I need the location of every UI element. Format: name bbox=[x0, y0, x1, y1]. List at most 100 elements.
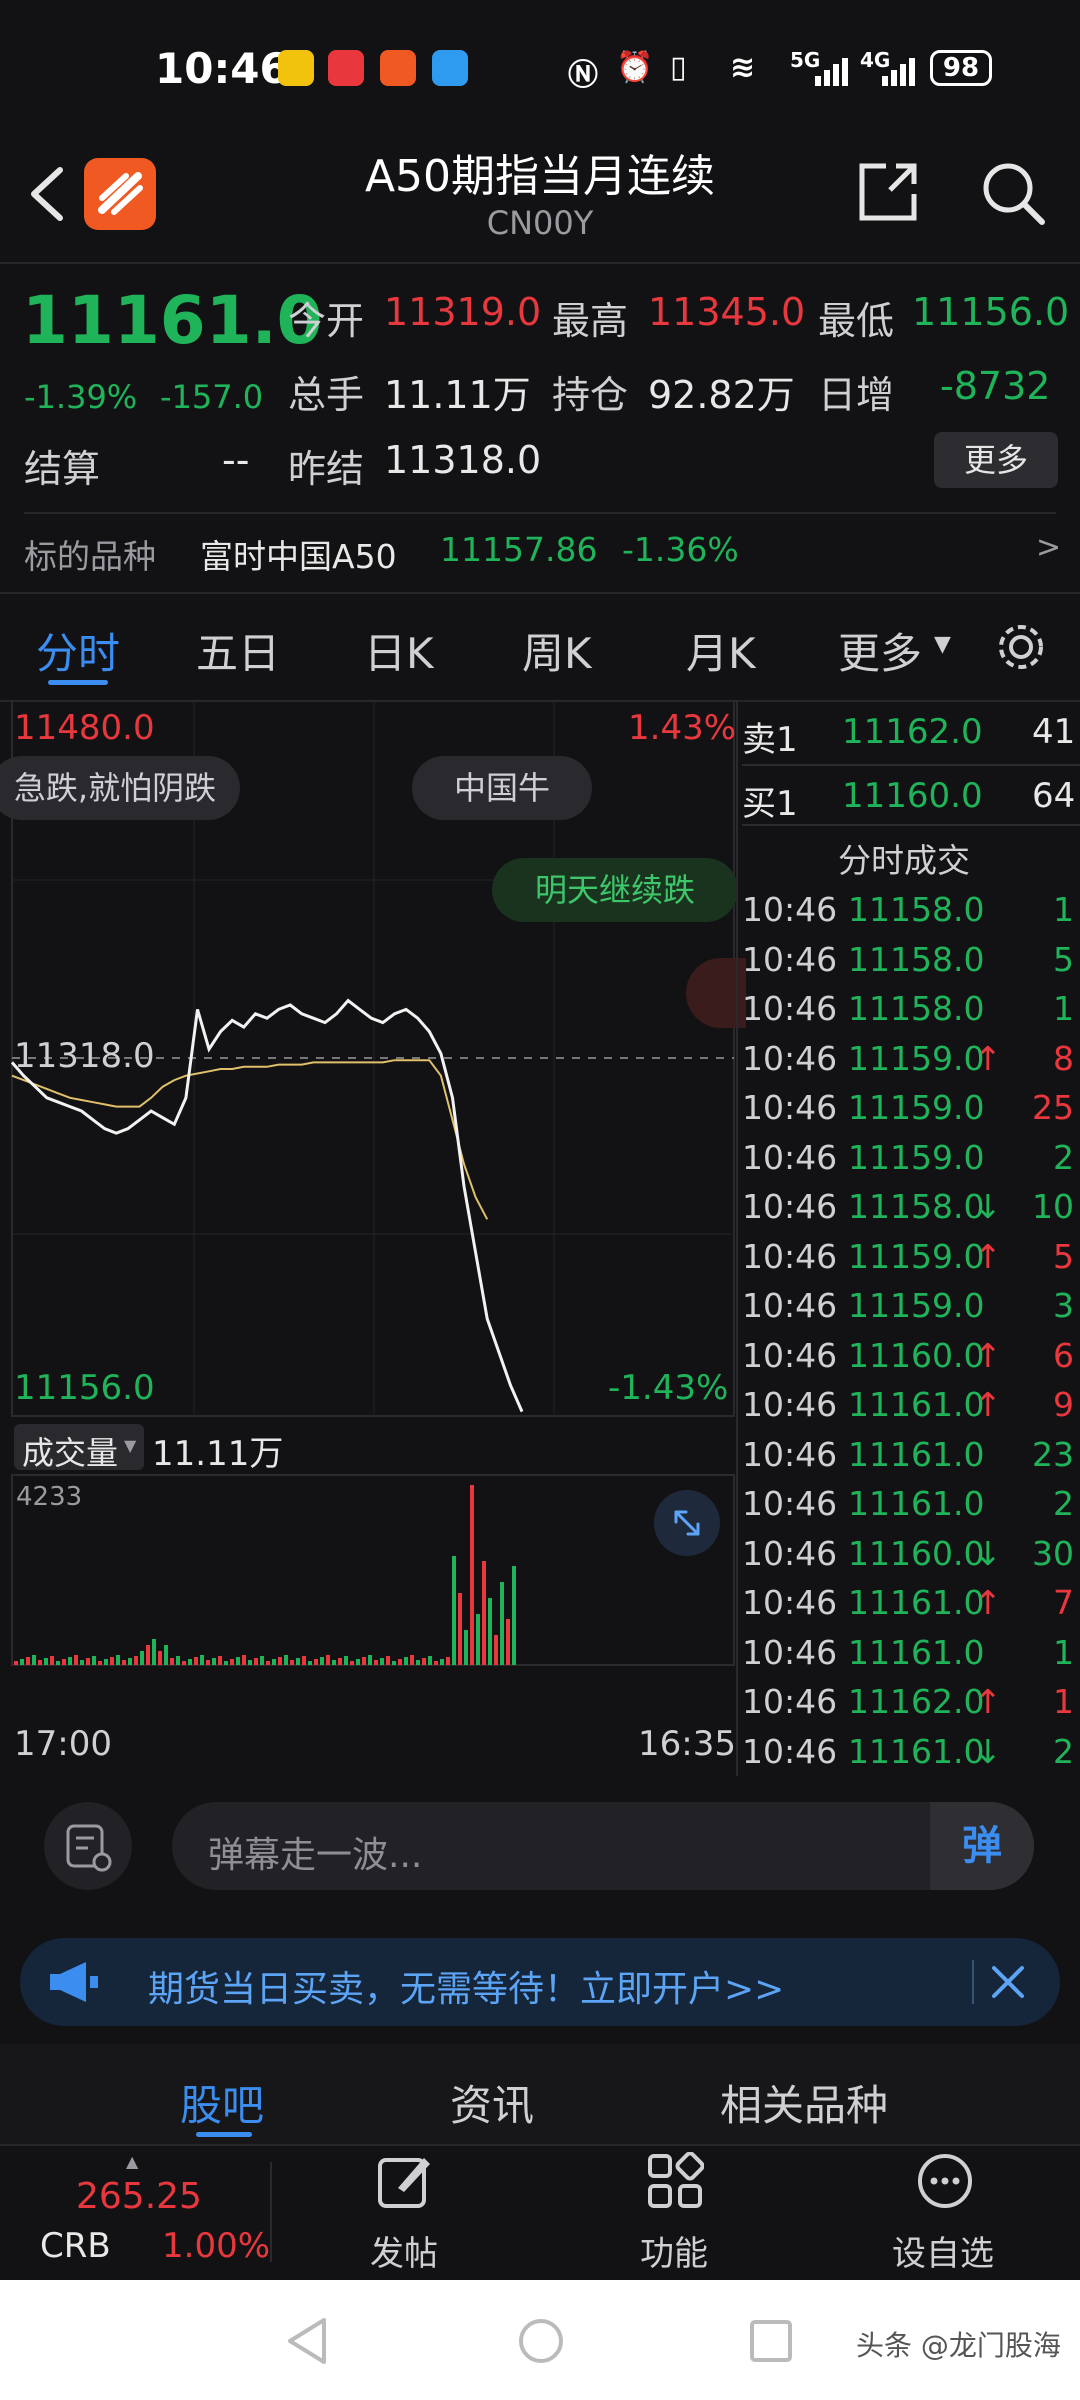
search-icon[interactable] bbox=[978, 158, 1048, 228]
open-value: 11319.0 bbox=[384, 290, 542, 334]
volume-selector[interactable]: 成交量 ▼ bbox=[14, 1424, 144, 1472]
volume-bar bbox=[122, 1660, 126, 1665]
tick-time: 10:46 bbox=[742, 1187, 838, 1226]
tick-qty: 30 bbox=[1032, 1533, 1074, 1573]
volume-bar bbox=[26, 1657, 30, 1665]
expand-button[interactable] bbox=[654, 1490, 720, 1556]
nav-home-icon[interactable] bbox=[516, 2316, 566, 2366]
volume-bar bbox=[500, 1582, 504, 1665]
prev-settle-label: 昨结 bbox=[288, 447, 365, 491]
tick-price: 11160.0 bbox=[848, 1335, 985, 1375]
volume-bar bbox=[128, 1658, 132, 1665]
underlying-row[interactable]: 标的品种 富时中国A50 11157.86 -1.36% > bbox=[0, 520, 1080, 590]
volume-bar bbox=[344, 1656, 348, 1665]
volume-bar bbox=[218, 1656, 222, 1665]
tick-price: 11161.0 bbox=[848, 1632, 985, 1672]
high-value: 11345.0 bbox=[648, 290, 806, 334]
tick-qty: 10 bbox=[1032, 1187, 1074, 1226]
status-bar: 10:46 Ⓝ ⏰ ▯ ≋ 5G 4G 98 bbox=[0, 0, 1080, 140]
volume-total: 11.11万 bbox=[152, 1434, 284, 1474]
volume-bar bbox=[296, 1658, 300, 1665]
tab-daily-k[interactable]: 日K bbox=[364, 620, 434, 681]
banner-text[interactable]: 期货当日买卖，无需等待！立即开户>> bbox=[148, 1960, 784, 2012]
tick-row: 10:46 11160.0 ↓ 30 bbox=[742, 1534, 1078, 1583]
nfc-icon: Ⓝ bbox=[568, 58, 598, 93]
post-icon[interactable] bbox=[376, 2152, 434, 2210]
volume-bar bbox=[428, 1656, 432, 1665]
danmaku-settings-button[interactable] bbox=[44, 1802, 132, 1890]
share-icon[interactable] bbox=[856, 160, 920, 224]
tab-forum[interactable]: 股吧 bbox=[180, 2072, 264, 2133]
volume-bar bbox=[470, 1485, 474, 1665]
tab-intraday[interactable]: 分时 bbox=[36, 620, 120, 681]
tick-qty: 7 bbox=[1053, 1583, 1074, 1622]
tab-news[interactable]: 资讯 bbox=[450, 2072, 534, 2133]
function-label[interactable]: 功能 bbox=[640, 2226, 708, 2275]
volume-bar bbox=[236, 1657, 240, 1665]
book-divider bbox=[742, 764, 1080, 766]
nav-back-icon[interactable] bbox=[286, 2316, 328, 2366]
grid-function-icon[interactable] bbox=[646, 2152, 704, 2210]
high-label: 最高 bbox=[552, 299, 629, 343]
tab-weekly-k[interactable]: 周K bbox=[522, 620, 592, 681]
volume-max-label: 4233 bbox=[16, 1482, 83, 1512]
danmaku-placeholder: 弹幕走一波... bbox=[208, 1835, 423, 1876]
volume-bar bbox=[416, 1660, 420, 1665]
volume-bar bbox=[476, 1614, 480, 1665]
close-icon[interactable] bbox=[990, 1964, 1026, 2000]
crb-index-widget[interactable]: ▲ 265.25 CRB 1.00% bbox=[0, 2146, 270, 2280]
tick-price: 11158.0 bbox=[848, 890, 985, 929]
tick-row: 10:46 11158.0 ↓ 10 bbox=[742, 1187, 1078, 1236]
volume-bar bbox=[14, 1661, 18, 1665]
gear-icon[interactable] bbox=[994, 620, 1048, 674]
bid-qty: 64 bbox=[1032, 776, 1076, 816]
tick-time: 10:46 bbox=[742, 1335, 838, 1375]
volume-bar bbox=[326, 1655, 330, 1665]
volume-bar bbox=[338, 1658, 342, 1665]
volume-label: 总手 bbox=[288, 373, 365, 417]
volume-selector-label: 成交量 bbox=[22, 1434, 119, 1472]
volume-bar bbox=[278, 1657, 282, 1665]
volume-bar bbox=[80, 1660, 84, 1665]
crb-label: CRB bbox=[40, 2226, 111, 2266]
nav-recents-icon[interactable] bbox=[748, 2318, 794, 2364]
tab-related[interactable]: 相关品种 bbox=[720, 2072, 888, 2133]
system-nav-bar: 头条 @龙门股海 bbox=[0, 2280, 1080, 2400]
tick-row: 10:46 11161.0 ↓ 2 bbox=[742, 1732, 1078, 1781]
open-label: 今开 bbox=[288, 299, 365, 343]
pct-top-label: 1.43% bbox=[628, 708, 737, 748]
volume-bar bbox=[134, 1656, 138, 1665]
more-button[interactable]: 更多 bbox=[934, 432, 1058, 488]
volume-frame bbox=[11, 1474, 735, 1666]
status-time: 10:46 bbox=[155, 44, 289, 93]
volume-bar bbox=[350, 1661, 354, 1665]
volume-bar bbox=[254, 1658, 258, 1665]
signal-icon bbox=[815, 58, 848, 86]
tick-time: 10:46 bbox=[742, 989, 838, 1028]
tick-price: 11161.0 bbox=[848, 1583, 985, 1622]
tab-more[interactable]: 更多 bbox=[838, 620, 922, 681]
volume-bar bbox=[272, 1659, 276, 1665]
volume-bar bbox=[422, 1658, 426, 1665]
ticks-title: 分时成交 bbox=[838, 841, 970, 880]
low-label: 最低 bbox=[818, 299, 895, 343]
more-dots-icon[interactable] bbox=[916, 2152, 974, 2210]
tick-time: 10:46 bbox=[742, 1484, 838, 1523]
danmaku-toggle-button[interactable]: 弹 bbox=[930, 1802, 1034, 1890]
low-value: 11156.0 bbox=[912, 290, 1070, 334]
signal-icon-2 bbox=[882, 58, 915, 86]
volume-bar bbox=[434, 1661, 438, 1665]
daily-increase-value: -8732 bbox=[940, 364, 1051, 408]
order-book-divider bbox=[736, 700, 738, 1776]
post-label[interactable]: 发帖 bbox=[370, 2226, 438, 2275]
futures-app-icon bbox=[380, 50, 416, 86]
x-axis-end-label: 16:35 bbox=[638, 1724, 736, 1764]
volume-bar bbox=[398, 1659, 402, 1665]
tab-monthly-k[interactable]: 月K bbox=[686, 620, 756, 681]
volume-bar bbox=[176, 1656, 180, 1665]
volume-bar bbox=[68, 1657, 72, 1665]
tick-arrow-icon: ↑ bbox=[974, 1335, 1002, 1375]
tab-five-day[interactable]: 五日 bbox=[196, 620, 280, 681]
add-watchlist-label[interactable]: 设自选 bbox=[892, 2226, 994, 2275]
volume-bar bbox=[332, 1660, 336, 1665]
